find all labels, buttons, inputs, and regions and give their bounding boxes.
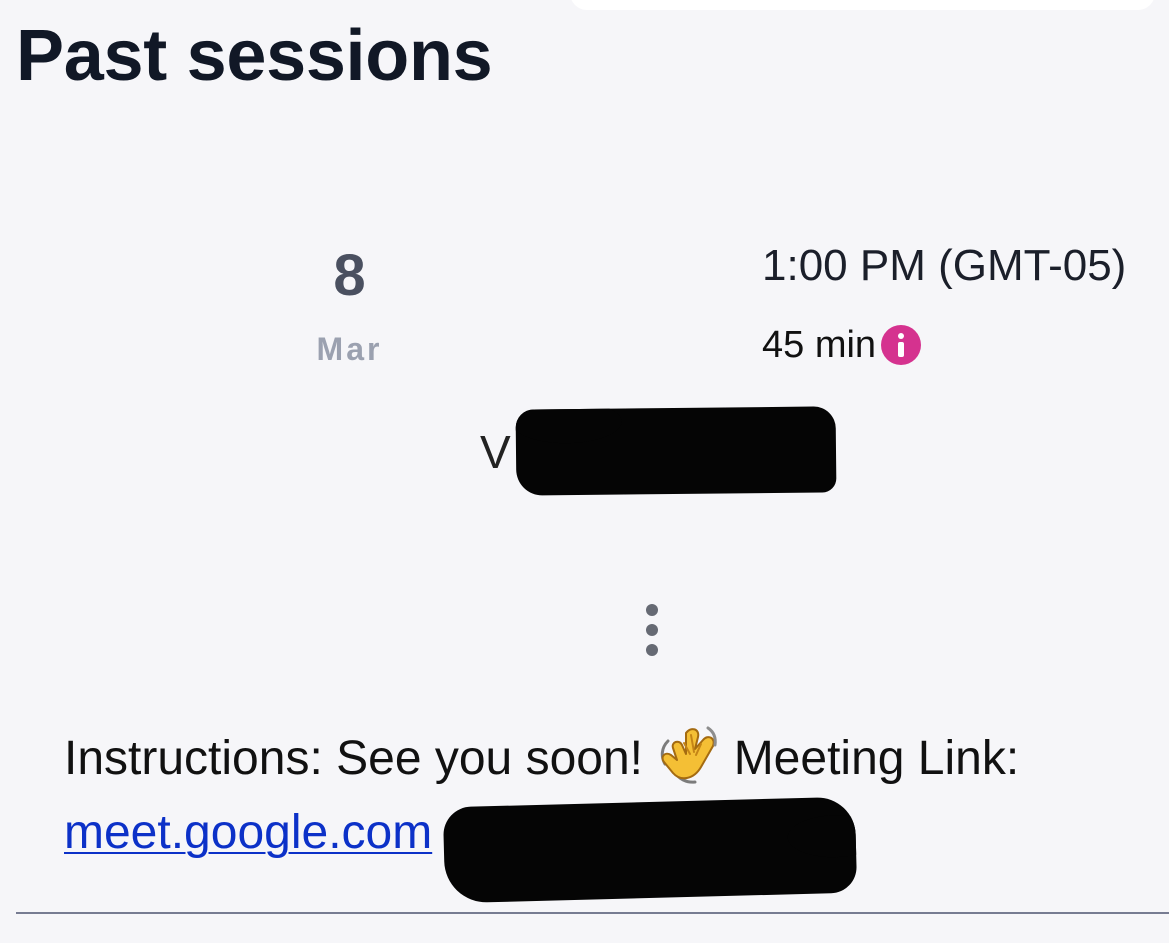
instructions-prefix: Instructions: See you soon! bbox=[64, 732, 643, 785]
session-time: 1:00 PM (GMT-05) bbox=[762, 241, 1127, 290]
session-duration: 45 min bbox=[762, 324, 877, 366]
attendee-row: V bbox=[480, 406, 840, 498]
meeting-link[interactable]: meet.google.com bbox=[64, 806, 432, 859]
session-duration-row: 45 min bbox=[762, 322, 924, 368]
vertical-ellipsis-icon bbox=[646, 604, 658, 656]
info-icon[interactable] bbox=[878, 322, 924, 368]
session-instructions: Instructions: See you soon! Meeting Link… bbox=[64, 722, 1144, 904]
session-date-day: 8 bbox=[333, 243, 366, 308]
redacted-attendee-name bbox=[515, 406, 837, 496]
session-date: 8 Mar bbox=[292, 244, 407, 368]
waving-hand-icon bbox=[656, 724, 720, 788]
session-date-month: Mar bbox=[316, 331, 383, 367]
bottom-divider bbox=[16, 912, 1169, 914]
instructions-line: Instructions: See you soon! Meeting Link… bbox=[64, 722, 1144, 796]
page-title: Past sessions bbox=[16, 16, 493, 96]
session-options-button[interactable] bbox=[634, 598, 670, 662]
redacted-meeting-link bbox=[442, 796, 858, 904]
top-search-pill bbox=[570, 0, 1155, 10]
instructions-suffix: Meeting Link: bbox=[733, 732, 1020, 785]
attendee-name: V bbox=[480, 426, 511, 478]
past-session-card: 8 Mar 1:00 PM (GMT-05) 45 min V Instruct… bbox=[0, 230, 1169, 916]
info-icon-graphic bbox=[881, 325, 922, 365]
